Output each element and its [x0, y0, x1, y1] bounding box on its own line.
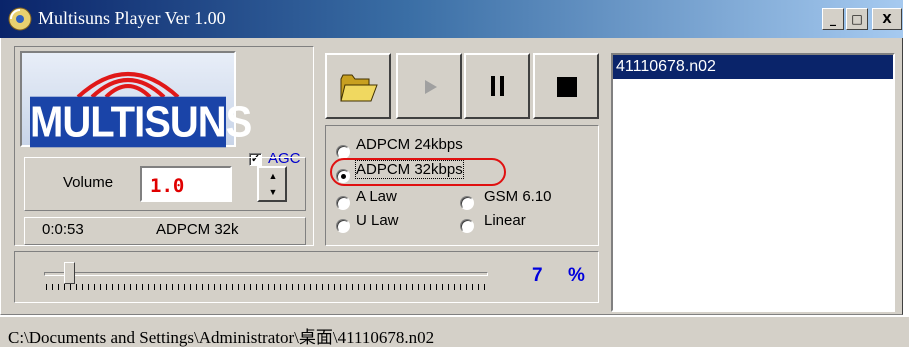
list-item[interactable]: 41110678.n02 [613, 55, 893, 79]
radio-label-gsm-610: GSM 6.10 [484, 188, 552, 205]
stop-button[interactable] [533, 53, 599, 119]
logo-text: MULTISUNS [30, 96, 252, 148]
app-icon [8, 7, 32, 31]
maximize-button[interactable]: □ [846, 8, 868, 30]
radio-gsm-610[interactable] [460, 196, 474, 210]
progress-unit: % [568, 265, 585, 286]
volume-spinner[interactable]: ▲ ▼ [257, 166, 287, 202]
progress-track[interactable] [44, 272, 488, 276]
radio-label-a-law: A Law [356, 188, 397, 205]
play-icon [425, 80, 437, 94]
title-bar[interactable]: Multisuns Player Ver 1.00 _ □ X [0, 0, 903, 38]
time-display: 0:0:53 [42, 221, 84, 238]
window-title: Multisuns Player Ver 1.00 [38, 8, 226, 28]
radio-adpcm-24[interactable] [336, 145, 350, 159]
volume-input[interactable]: 1.0 [140, 166, 232, 202]
codec-display: ADPCM 32k [156, 221, 239, 238]
status-bar: C:\Documents and Settings\Administrator\… [0, 316, 909, 347]
logo: MULTISUNS [20, 51, 252, 148]
radio-label-u-law: U Law [356, 212, 399, 229]
progress-ticks [46, 284, 486, 290]
pause-button[interactable] [464, 53, 530, 119]
playlist[interactable]: 41110678.n02 [611, 53, 895, 312]
radio-label-adpcm-24: ADPCM 24kbps [356, 136, 463, 153]
spin-down-icon[interactable]: ▼ [260, 184, 286, 200]
radio-label-linear: Linear [484, 212, 526, 229]
radio-linear[interactable] [460, 219, 474, 233]
open-button[interactable] [325, 53, 391, 119]
play-button[interactable] [396, 53, 462, 119]
spin-up-icon[interactable]: ▲ [260, 168, 286, 184]
volume-label: Volume [63, 174, 114, 191]
status-path: C:\Documents and Settings\Administrator\… [8, 328, 435, 347]
radio-a-law[interactable] [336, 196, 350, 210]
progress-value: 7 [532, 265, 543, 286]
minimize-button[interactable]: _ [822, 8, 844, 30]
stop-icon [557, 77, 577, 97]
radio-u-law[interactable] [336, 219, 350, 233]
folder-open-icon [340, 74, 378, 102]
progress-thumb[interactable] [64, 262, 76, 284]
pause-icon [491, 76, 504, 96]
progress-panel [14, 251, 599, 303]
highlight-ring [330, 158, 506, 186]
close-button[interactable]: X [872, 8, 902, 30]
